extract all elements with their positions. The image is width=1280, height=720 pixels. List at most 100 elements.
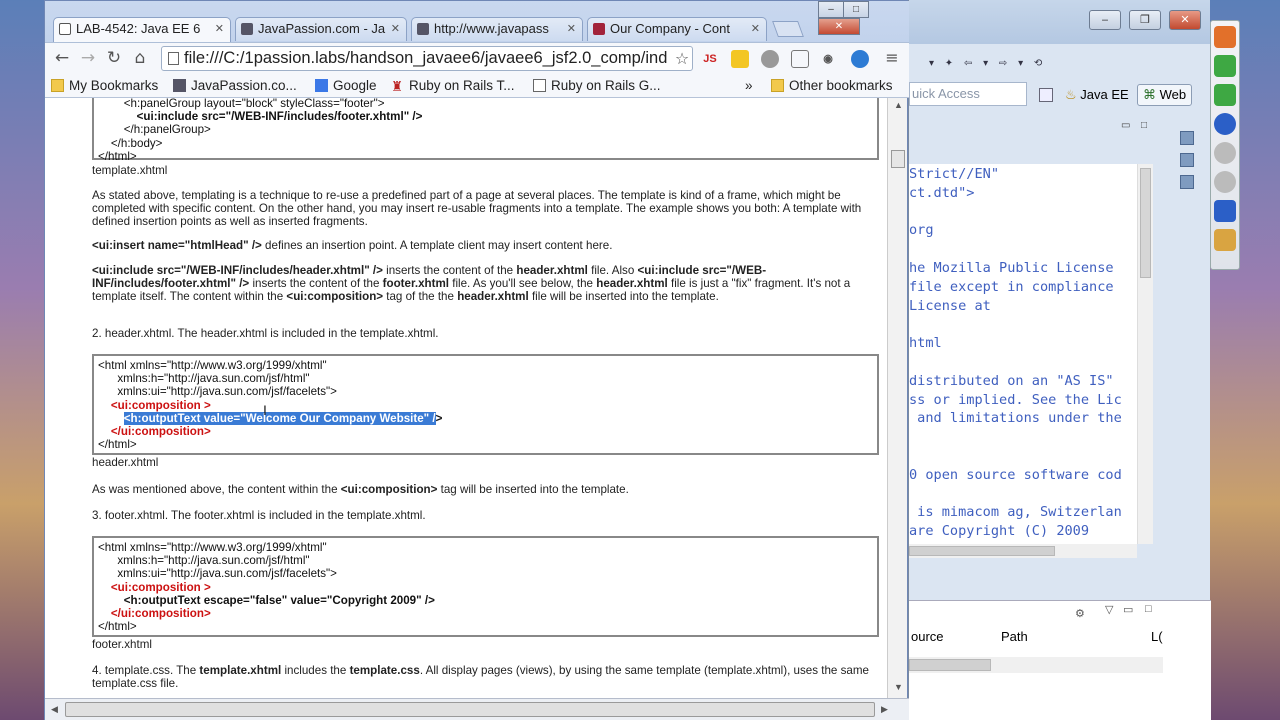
tab-label: JavaPassion.com - Ja <box>258 21 386 36</box>
perspective-web[interactable]: ⌘ Web <box>1137 84 1193 106</box>
code-line: </html> <box>98 149 137 163</box>
tab-close-icon[interactable]: ✕ <box>567 18 576 40</box>
text: tag of the the <box>383 290 458 303</box>
view-menu-icon[interactable]: ⚙ <box>1075 607 1085 620</box>
editor-vertical-scrollbar[interactable] <box>1137 164 1153 544</box>
outline-icon[interactable] <box>1180 131 1194 145</box>
editor-minimize-icon[interactable]: ▭ <box>1121 120 1130 131</box>
record-icon[interactable] <box>1214 142 1236 164</box>
scroll-left-icon[interactable]: ◀ <box>51 704 58 715</box>
perspective-java-ee[interactable]: ♨ Java EE <box>1059 84 1135 106</box>
page-horizontal-scrollbar[interactable]: ◀ ▶ <box>45 698 909 720</box>
eclipse-minimize-button[interactable]: ‒ <box>1089 10 1121 30</box>
code-line: </h:body> <box>98 136 163 150</box>
tab-close-icon[interactable]: ✕ <box>215 18 224 40</box>
page-icon <box>168 52 179 65</box>
app-launcher-icon[interactable] <box>1214 26 1236 48</box>
bookmark-star-icon[interactable]: ☆ <box>671 49 693 71</box>
scroll-thumb[interactable] <box>909 659 991 671</box>
microphone-icon[interactable] <box>1214 55 1236 77</box>
tab-close-icon[interactable]: ✕ <box>751 18 760 40</box>
caption-header: header.xhtml <box>92 456 159 469</box>
scroll-thumb[interactable] <box>65 702 875 717</box>
screen-icon[interactable] <box>1214 84 1236 106</box>
reload-button[interactable]: ↻ <box>103 48 125 70</box>
eye-extension-icon[interactable]: ◉ <box>819 50 837 68</box>
quick-access-input[interactable]: uick Access <box>909 82 1027 106</box>
bookmarks-overflow-button[interactable]: » <box>745 78 753 93</box>
tab-lab-4542[interactable]: LAB-4542: Java EE 6 ✕ <box>53 17 231 42</box>
bookmark-rails-tutorial[interactable]: ♜ Ruby on Rails T... <box>391 78 515 94</box>
editor-line: is mimacom ag, Switzerlan <box>909 504 1122 521</box>
home-button[interactable]: ⌂ <box>129 48 151 70</box>
page-vertical-scrollbar[interactable]: ▲ ▼ <box>887 98 907 698</box>
tab-javapassion-url[interactable]: http://www.javapass ✕ <box>411 17 583 41</box>
close-button[interactable]: ✕ <box>818 18 860 35</box>
bookmark-my-bookmarks[interactable]: My Bookmarks <box>51 78 158 93</box>
eclipse-maximize-button[interactable]: ❐ <box>1129 10 1161 30</box>
view-dropdown-icon[interactable]: ▽ <box>1105 603 1113 616</box>
code-text: > <box>435 411 443 425</box>
step-2-heading: 2. header.xhtml. The header.xhtml is inc… <box>92 327 439 340</box>
tab-label: LAB-4542: Java EE 6 <box>76 21 201 36</box>
js-extension-icon[interactable]: JS <box>701 50 719 68</box>
scroll-thumb[interactable] <box>909 546 1055 556</box>
hierarchy-icon[interactable] <box>1180 153 1194 167</box>
caption-footer: footer.xhtml <box>92 638 152 651</box>
stop-extension-icon[interactable] <box>761 50 779 68</box>
tab-our-company[interactable]: Our Company - Cont ✕ <box>587 17 767 41</box>
settings-extension-icon[interactable] <box>791 50 809 68</box>
bookmarks-bar: My Bookmarks JavaPassion.co... Google ♜ R… <box>45 74 909 98</box>
forward-button[interactable]: → <box>77 48 99 70</box>
step-4-paragraph: 4. template.css. The template.xhtml incl… <box>92 664 882 690</box>
notes-extension-icon[interactable] <box>731 50 749 68</box>
bookmark-javapassion[interactable]: JavaPassion.co... <box>173 78 297 93</box>
eclipse-close-button[interactable]: ✕ <box>1169 10 1201 30</box>
scroll-thumb[interactable] <box>1140 168 1151 278</box>
hand-icon[interactable] <box>1214 229 1236 251</box>
scroll-down-icon[interactable]: ▼ <box>894 682 903 692</box>
pause-icon[interactable] <box>1214 113 1236 135</box>
editor-maximize-icon[interactable]: □ <box>1141 120 1147 131</box>
column-source[interactable]: ource <box>911 629 944 651</box>
globe-extension-icon[interactable] <box>851 50 869 68</box>
editor-horizontal-scrollbar[interactable] <box>909 544 1137 558</box>
lower-view-panel: ⚙ ▽ ▭ □ ource Path L( <box>909 600 1211 720</box>
pen-icon[interactable] <box>1214 200 1236 222</box>
open-perspective-icon[interactable] <box>1039 88 1053 102</box>
code-editor[interactable]: Strict//EN" ct.dtd"> org he Mozilla Public … <box>909 164 1137 544</box>
menu-icon[interactable]: ≡ <box>881 48 903 70</box>
tab-javapassion[interactable]: JavaPassion.com - Ja ✕ <box>235 17 407 41</box>
column-path[interactable]: Path <box>1001 629 1028 651</box>
bookmark-google[interactable]: Google <box>315 78 377 93</box>
bookmark-rails-guides[interactable]: Ruby on Rails G... <box>533 78 661 93</box>
back-button[interactable]: ← <box>51 48 73 70</box>
browser-window: LAB-4542: Java EE 6 ✕ JavaPassion.com - J… <box>44 0 909 720</box>
template-code-block: <h:panelGroup layout="block" styleClass=… <box>92 98 879 163</box>
selected-text[interactable]: <h:outputText value="Welcome Our Company… <box>123 411 436 425</box>
address-bar[interactable]: file:///C:/1passion.labs/handson_javaee6… <box>161 46 693 71</box>
caption-template: template.xhtml <box>92 164 168 177</box>
view-maximize-icon[interactable]: □ <box>1145 603 1152 615</box>
other-bookmarks[interactable]: Other bookmarks <box>771 78 893 93</box>
view-horizontal-scrollbar[interactable] <box>909 657 1163 673</box>
text: file will be inserted into the template. <box>528 290 719 303</box>
code-line: </html> <box>98 438 137 452</box>
tab-close-icon[interactable]: ✕ <box>391 18 400 40</box>
column-location[interactable]: L( <box>1151 629 1163 651</box>
editor-line: html <box>909 335 942 352</box>
code-line: <html xmlns="http://www.w3.org/1999/xhtm… <box>98 359 327 372</box>
view-minimize-icon[interactable]: ▭ <box>1123 603 1133 616</box>
scroll-up-icon[interactable]: ▲ <box>894 100 903 110</box>
eclipse-window: ‒ ❐ ✕ ▾ ✦ ⇦ ▾ ⇨ ▾ ⟲ uick Access ♨ Java E… <box>908 0 1211 720</box>
task-list-icon[interactable] <box>1180 175 1194 189</box>
maximize-button[interactable]: □ <box>843 1 869 18</box>
launcher-toolbar <box>1210 20 1240 270</box>
new-tab-button[interactable] <box>772 21 804 37</box>
minimize-button[interactable]: ‒ <box>818 1 844 18</box>
code-line-selected[interactable]: <h:outputText value="Welcome Our Company… <box>98 411 873 425</box>
stop-icon[interactable] <box>1214 171 1236 193</box>
scroll-thumb[interactable] <box>891 150 905 168</box>
scroll-right-icon[interactable]: ▶ <box>881 704 888 715</box>
code-inline: <ui:composition> <box>286 290 384 303</box>
